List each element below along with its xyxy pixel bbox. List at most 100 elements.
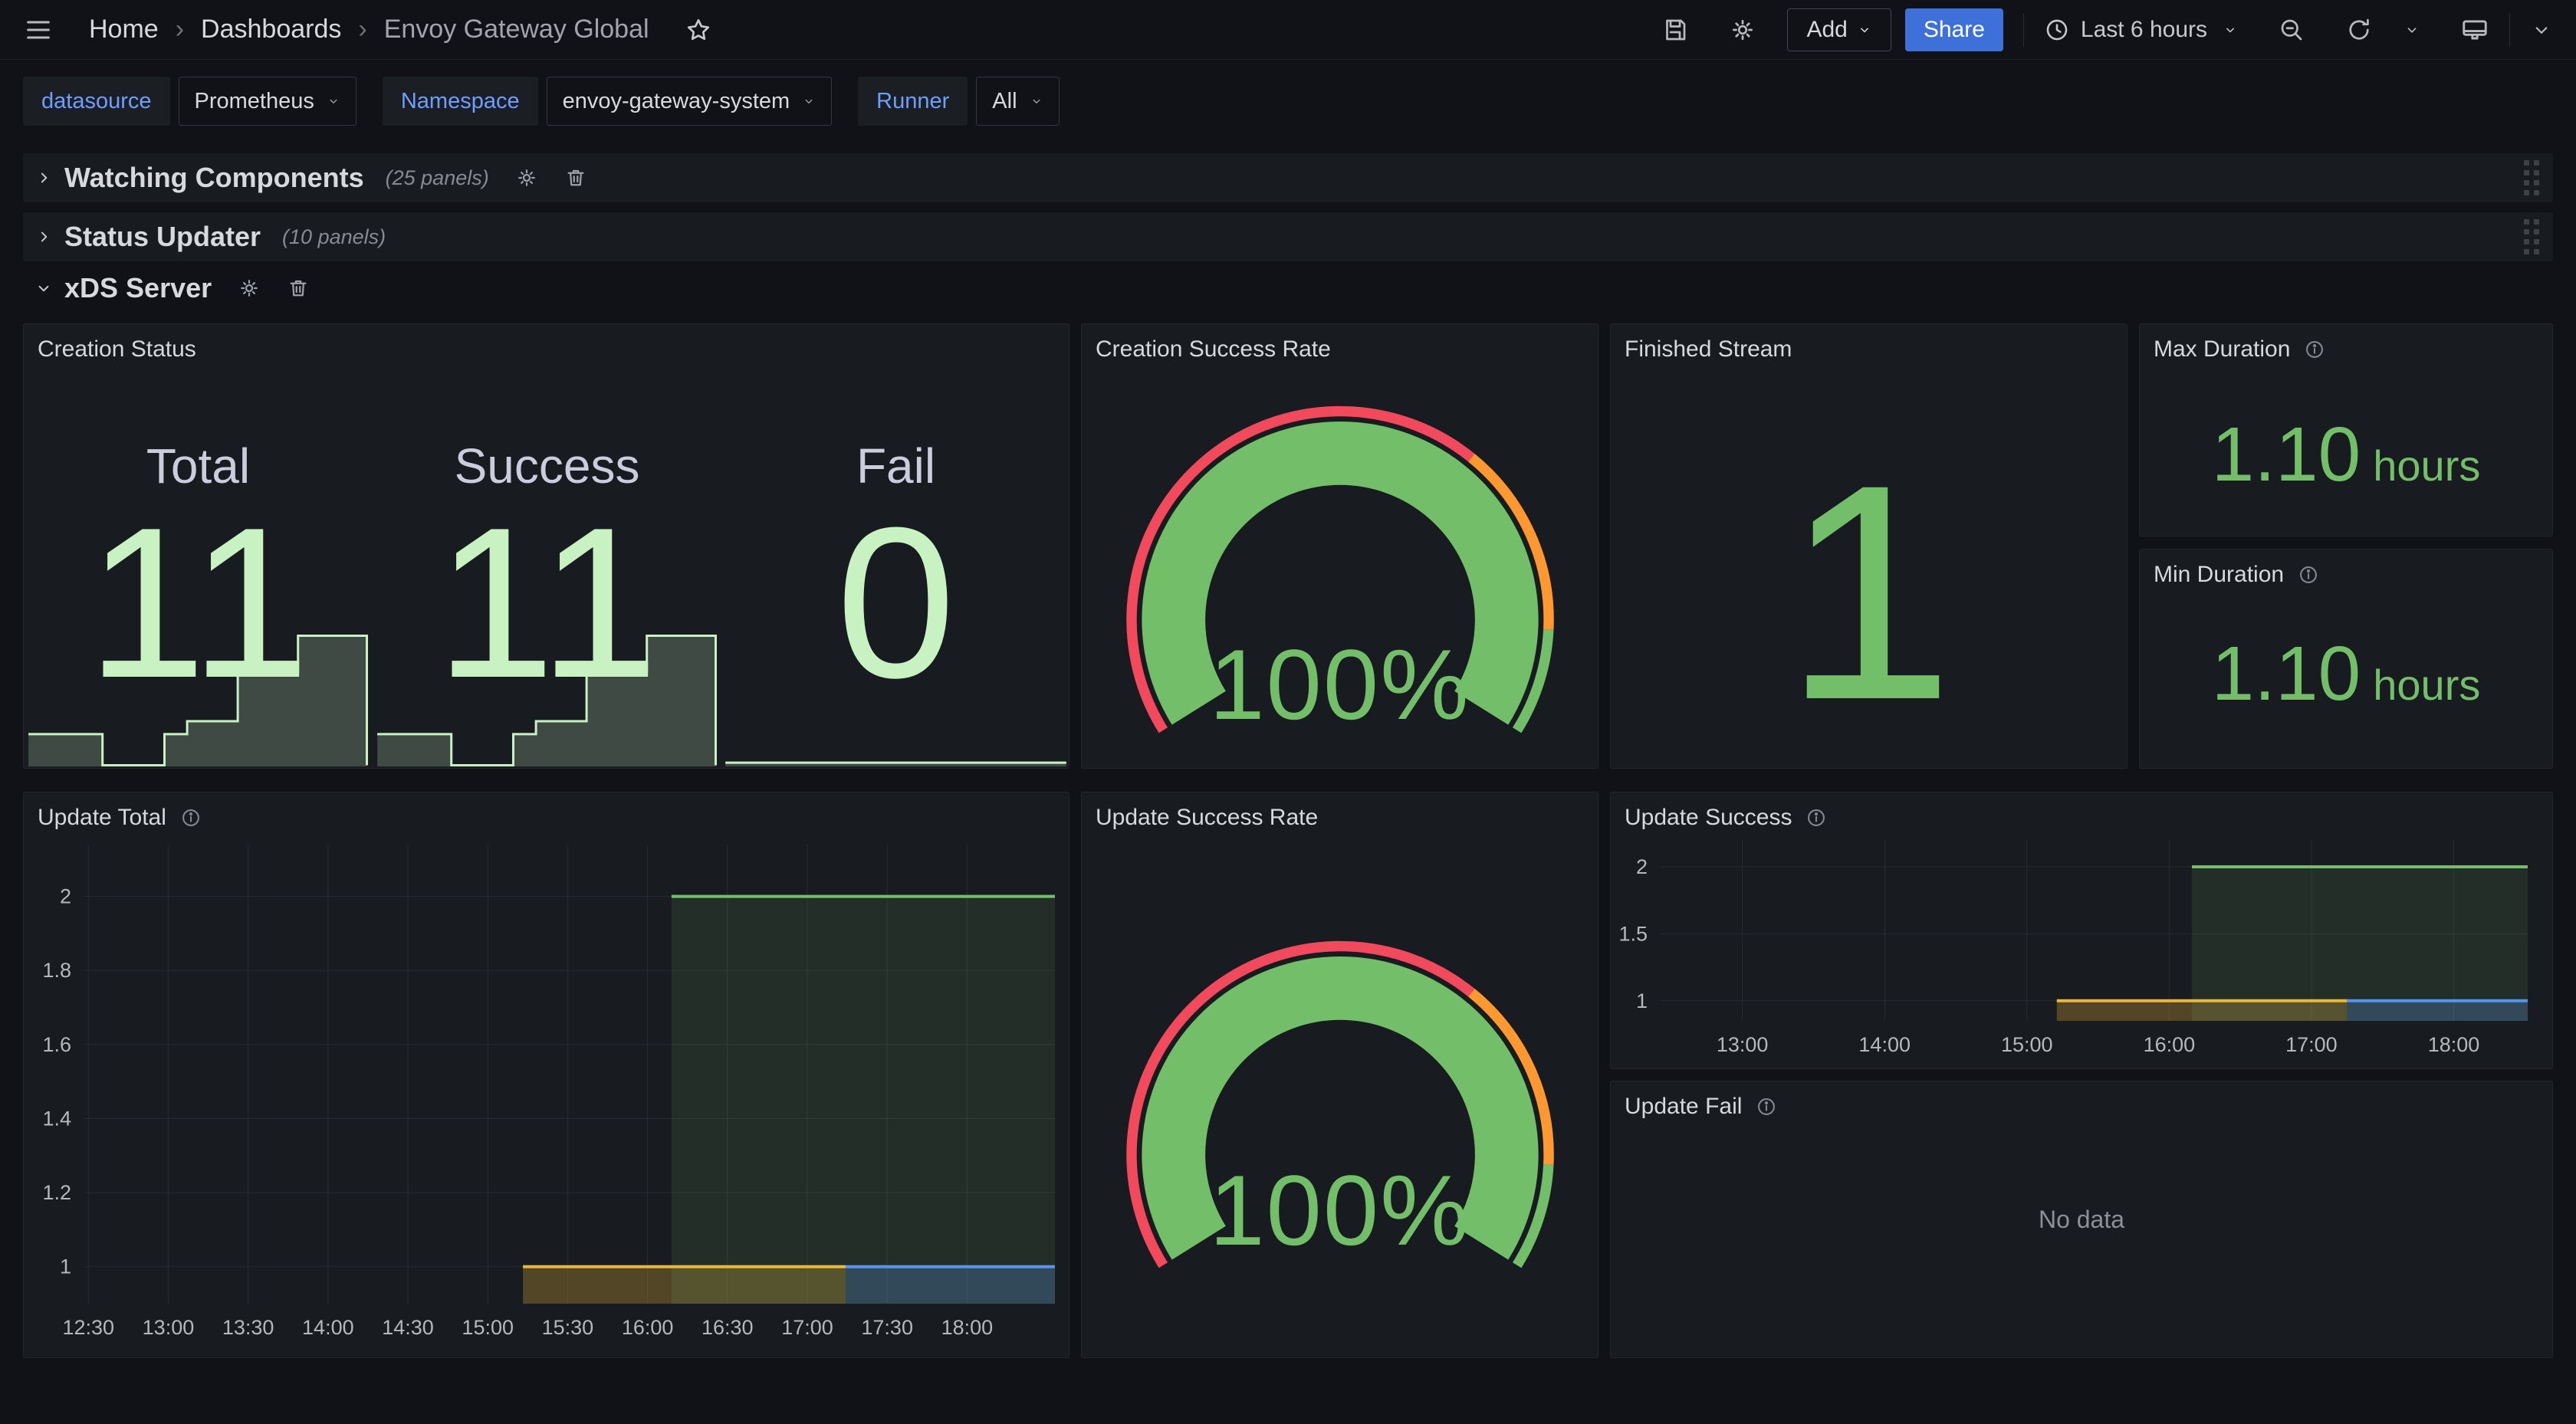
duration-unit: hours — [2373, 661, 2480, 709]
variable-value-label: All — [992, 89, 1017, 114]
panel-title[interactable]: Update Fail — [1625, 1094, 1777, 1120]
panel-finished-stream: Finished Stream 1 — [1610, 323, 2128, 769]
info-icon[interactable] — [2298, 564, 2319, 586]
time-series-chart[interactable]: 11.5213:0014:0015:0016:0017:0018:00 — [1611, 835, 2546, 1064]
row-delete-trash-icon[interactable] — [564, 166, 587, 189]
panel-creation-status: Creation Status Total 11 Success 11 Fail… — [23, 323, 1070, 769]
info-icon[interactable] — [1756, 1096, 1777, 1117]
gauge-value-text: 100% — [1082, 1153, 1598, 1268]
svg-text:17:30: 17:30 — [861, 1316, 913, 1339]
refresh-icon[interactable] — [2345, 16, 2373, 44]
panel-title[interactable]: Min Duration — [2154, 562, 2319, 588]
panel-title[interactable]: Creation Success Rate — [1096, 336, 1331, 363]
breadcrumb-dashboards[interactable]: Dashboards — [201, 15, 341, 44]
collapse-toolbar-chevron-icon[interactable] — [2530, 18, 2553, 41]
svg-text:14:00: 14:00 — [302, 1316, 354, 1339]
svg-text:1: 1 — [1636, 989, 1648, 1012]
save-icon[interactable] — [1661, 16, 1689, 44]
svg-text:18:00: 18:00 — [2428, 1033, 2480, 1056]
variable-label-namespace[interactable]: Namespace — [383, 77, 538, 126]
breadcrumb-separator: › — [358, 15, 366, 44]
panel-title-label: Creation Success Rate — [1096, 336, 1331, 363]
svg-text:13:00: 13:00 — [143, 1316, 195, 1339]
time-series-chart[interactable]: 11.21.41.61.8212:3013:0013:3014:0014:301… — [24, 838, 1063, 1351]
variable-namespace: Namespace envoy-gateway-system — [383, 77, 832, 126]
share-button[interactable]: Share — [1905, 8, 2003, 51]
svg-text:17:00: 17:00 — [2285, 1033, 2338, 1056]
variable-value-label: envoy-gateway-system — [563, 89, 790, 114]
row-drag-handle[interactable] — [2524, 219, 2539, 254]
panel-title[interactable]: Creation Status — [38, 336, 196, 363]
divider — [2509, 13, 2510, 47]
kiosk-monitor-icon[interactable] — [2460, 15, 2489, 44]
svg-text:13:30: 13:30 — [222, 1316, 274, 1339]
stat-value: 1 — [1611, 439, 2127, 746]
no-data-message: No data — [1611, 1081, 2552, 1357]
svg-text:2: 2 — [60, 885, 71, 908]
info-icon[interactable] — [1806, 807, 1827, 828]
variable-value-label: Prometheus — [195, 89, 314, 114]
panel-title-label: Update Total — [38, 805, 166, 831]
panel-creation-success-rate: Creation Success Rate 100% — [1081, 323, 1598, 769]
row-settings-gear-icon[interactable] — [515, 166, 538, 189]
row-panel-count: (25 panels) — [386, 166, 489, 190]
panel-title-label: Max Duration — [2154, 336, 2290, 363]
breadcrumb-current-dashboard: Envoy Gateway Global — [384, 15, 649, 44]
variable-value-datasource[interactable]: Prometheus — [179, 77, 356, 126]
gear-icon[interactable] — [1729, 16, 1756, 44]
breadcrumb-home[interactable]: Home — [89, 15, 159, 44]
panel-title-label: Creation Status — [38, 336, 196, 363]
row-delete-trash-icon[interactable] — [287, 277, 310, 300]
variable-label-datasource[interactable]: datasource — [23, 77, 170, 126]
row-drag-handle[interactable] — [2524, 160, 2539, 195]
svg-text:14:30: 14:30 — [382, 1316, 434, 1339]
svg-text:16:00: 16:00 — [2144, 1033, 2196, 1056]
panel-title[interactable]: Update Success Rate — [1096, 805, 1318, 831]
info-icon[interactable] — [180, 807, 202, 828]
menu-icon[interactable] — [23, 15, 54, 45]
panel-update-total: Update Total 11.21.41.61.8212:3013:0013:… — [23, 792, 1070, 1358]
panel-max-duration: Max Duration 1.10hours — [2139, 323, 2553, 536]
panel-update-success-rate: Update Success Rate 100% — [1081, 792, 1598, 1358]
row-header-watching-components[interactable]: Watching Components (25 panels) — [23, 153, 2553, 202]
svg-text:16:00: 16:00 — [622, 1316, 674, 1339]
variable-label-runner[interactable]: Runner — [858, 77, 968, 126]
row-header-status-updater[interactable]: Status Updater (10 panels) — [23, 212, 2553, 261]
panel-update-success: Update Success 11.5213:0014:0015:0016:00… — [1610, 792, 2553, 1069]
panel-title-label: Min Duration — [2154, 562, 2284, 588]
panel-title[interactable]: Update Total — [38, 805, 202, 831]
variable-runner: Runner All — [858, 77, 1059, 126]
panel-title[interactable]: Finished Stream — [1625, 336, 1792, 363]
clock-icon — [2044, 17, 2070, 43]
zoom-out-icon[interactable] — [2278, 16, 2305, 44]
row-settings-gear-icon[interactable] — [238, 277, 261, 300]
stat-fail: Fail 0 — [721, 324, 1070, 768]
add-button-label: Add — [1806, 17, 1847, 43]
row-title: xDS Server — [64, 272, 212, 304]
duration-unit: hours — [2373, 441, 2480, 490]
breadcrumb: Home › Dashboards › Envoy Gateway Global — [89, 15, 712, 44]
row-header-xds-server[interactable]: xDS Server — [23, 270, 2553, 307]
add-button[interactable]: Add — [1787, 8, 1891, 51]
panel-title[interactable]: Update Success — [1625, 805, 1827, 831]
breadcrumb-separator: › — [176, 15, 184, 44]
star-icon[interactable] — [685, 16, 712, 44]
svg-text:14:00: 14:00 — [1858, 1033, 1911, 1056]
variable-value-runner[interactable]: All — [976, 77, 1059, 126]
chevron-down-icon — [327, 94, 340, 108]
panel-min-duration: Min Duration 1.10hours — [2139, 549, 2553, 769]
chevron-down-icon — [34, 278, 54, 298]
svg-text:1.6: 1.6 — [42, 1033, 71, 1056]
panel-title-label: Update Success Rate — [1096, 805, 1318, 831]
info-icon[interactable] — [2304, 339, 2325, 360]
panel-title-label: Update Success — [1625, 805, 1792, 831]
refresh-interval-chevron-icon[interactable] — [2404, 21, 2420, 38]
svg-text:1.2: 1.2 — [42, 1181, 71, 1204]
chevron-down-icon — [1857, 22, 1872, 38]
variable-value-namespace[interactable]: envoy-gateway-system — [547, 77, 833, 126]
time-range-button[interactable]: Last 6 hours — [2044, 17, 2238, 43]
top-nav: Home › Dashboards › Envoy Gateway Global… — [0, 0, 2576, 60]
panel-title[interactable]: Max Duration — [2154, 336, 2325, 363]
chevron-right-icon — [34, 227, 54, 247]
svg-text:15:30: 15:30 — [542, 1316, 594, 1339]
